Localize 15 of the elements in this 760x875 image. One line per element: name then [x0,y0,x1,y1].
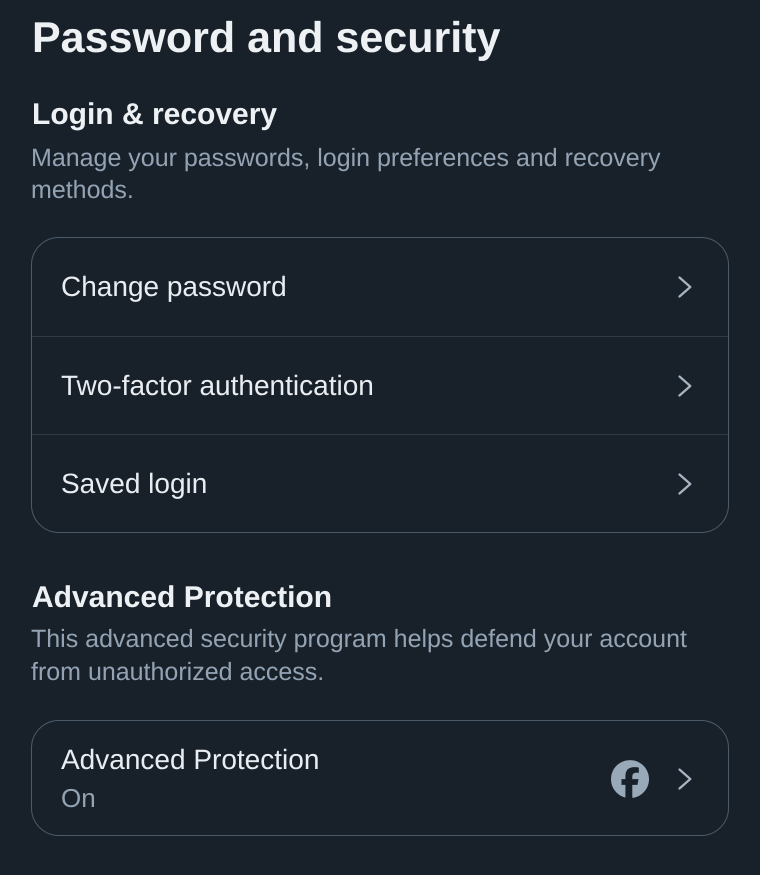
menu-item[interactable]: Advanced Protection On [32,721,728,835]
section-description: Manage your passwords, login preferences and recovery methods. [31,143,662,206]
status-text: On [61,782,97,815]
circle-f-logo-icon [611,760,649,798]
page-title: Password and security [31,13,502,64]
chevron-right-icon [678,276,692,298]
section-description: This advanced security program helps defend your account from unauthorized access. [31,624,688,688]
chevron-right-icon [678,472,692,494]
section-heading: Login & recovery [31,97,278,133]
chevron-right-icon [678,768,692,790]
menu-item[interactable]: Change password [32,238,728,336]
menu-item[interactable]: Saved login [32,434,728,532]
menu-item[interactable]: Two-factor authentication [32,336,728,434]
section-heading: Advanced Protection [31,580,334,616]
chevron-right-icon [678,374,692,396]
